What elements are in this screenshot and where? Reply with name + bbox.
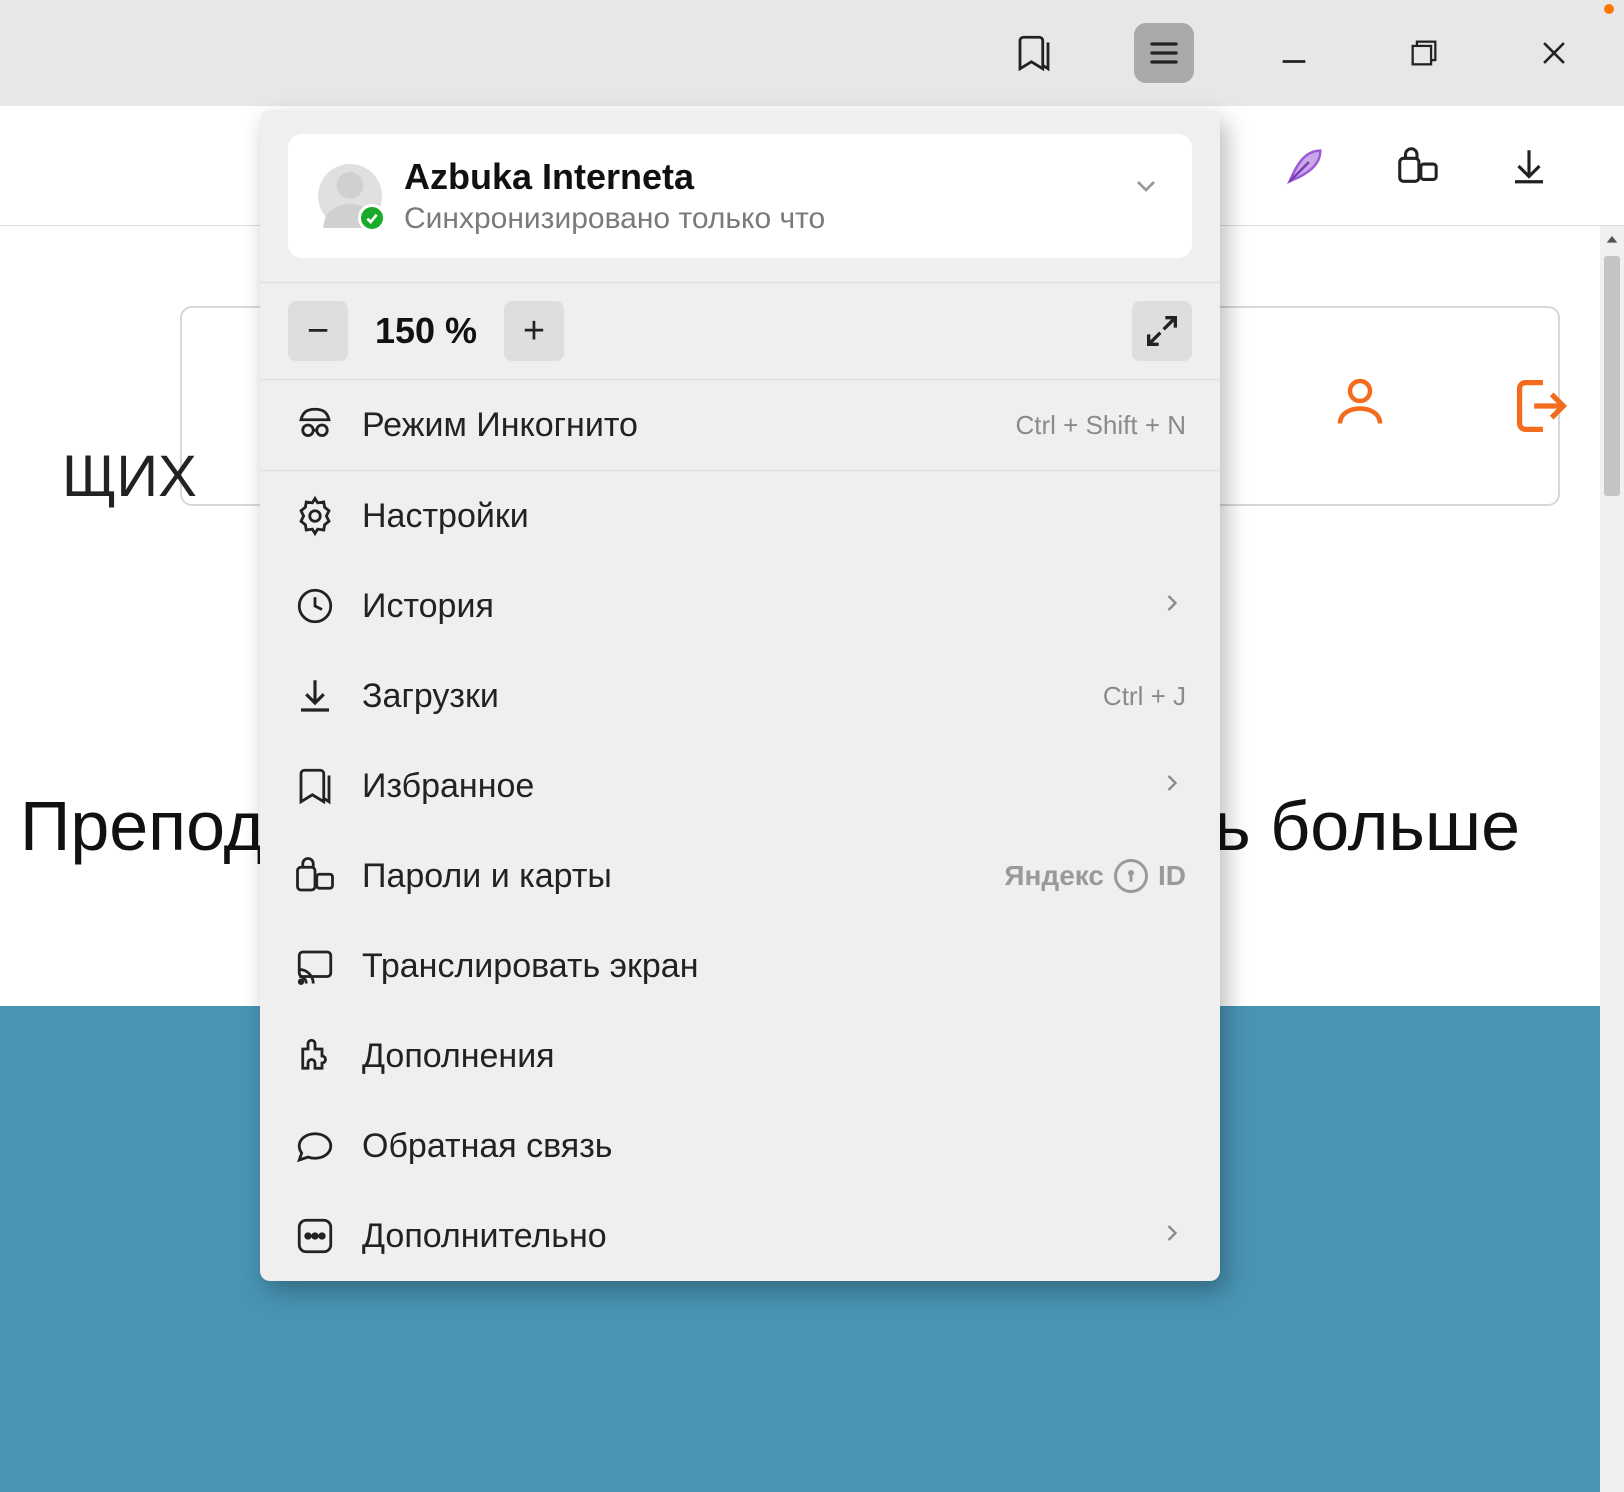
menu-more[interactable]: Дополнительно [260, 1191, 1220, 1281]
bookmarks-icon [1013, 32, 1055, 74]
scroll-up-arrow[interactable] [1604, 232, 1620, 248]
fullscreen-button[interactable] [1132, 301, 1192, 361]
page-heading-right: ь больше [1214, 786, 1520, 866]
menu-label: Транслировать экран [362, 947, 699, 986]
main-menu-dropdown: Azbuka Interneta Синхронизировано только… [260, 110, 1220, 1281]
minimize-icon [1277, 36, 1311, 70]
chevron-right-icon [1158, 1217, 1186, 1256]
puzzle-icon [294, 1035, 336, 1077]
menu-addons[interactable]: Дополнения [260, 1011, 1220, 1101]
vertical-scrollbar[interactable] [1600, 226, 1624, 1492]
chevron-right-icon [1158, 767, 1186, 806]
menu-shortcut: Ctrl + Shift + N [1016, 410, 1187, 441]
passwords-icon [1394, 143, 1440, 189]
avatar [318, 164, 382, 228]
menu-label: Пароли и карты [362, 857, 612, 896]
check-icon [364, 210, 380, 226]
menu-incognito[interactable]: Режим Инкогнито Ctrl + Shift + N [260, 380, 1220, 470]
menu-downloads[interactable]: Загрузки Ctrl + J [260, 651, 1220, 741]
menu-label: Дополнения [362, 1037, 555, 1076]
menu-label: Настройки [362, 497, 529, 536]
yandex-id-left: Яндекс [1004, 860, 1104, 892]
menu-label: Режим Инкогнито [362, 406, 638, 445]
scroll-thumb[interactable] [1604, 256, 1620, 496]
menu-cast[interactable]: Транслировать экран [260, 921, 1220, 1011]
menu-label: Дополнительно [362, 1217, 607, 1256]
profile-expand[interactable] [1130, 170, 1162, 207]
page-partial-text: ЩИХ [62, 443, 197, 510]
menu-label: Обратная связь [362, 1127, 613, 1166]
clock-icon [294, 585, 336, 627]
yandex-id-circle-icon [1114, 859, 1148, 893]
zoom-level: 150 % [366, 310, 486, 352]
menu-label: Загрузки [362, 677, 499, 716]
chevron-right-icon [1158, 587, 1186, 626]
feather-icon [1282, 143, 1328, 189]
download-icon [294, 675, 336, 717]
cast-icon [294, 945, 336, 987]
window-titlebar [0, 0, 1624, 106]
yandex-id-badge: Яндекс ID [1004, 859, 1186, 893]
fullscreen-icon [1142, 311, 1182, 351]
profile-card[interactable]: Azbuka Interneta Синхронизировано только… [288, 134, 1192, 258]
main-menu-button[interactable] [1134, 23, 1194, 83]
sync-badge [358, 204, 386, 232]
page-logout-button[interactable] [1505, 371, 1575, 446]
menu-icon [1146, 35, 1182, 71]
notification-dot [1604, 4, 1614, 14]
menu-settings[interactable]: Настройки [260, 471, 1220, 561]
incognito-icon [294, 404, 336, 446]
profile-status: Синхронизировано только что [404, 202, 825, 236]
menu-label: Избранное [362, 767, 534, 806]
close-button[interactable] [1524, 23, 1584, 83]
yandex-id-right: ID [1158, 860, 1186, 892]
menu-feedback[interactable]: Обратная связь [260, 1101, 1220, 1191]
zoom-in-button[interactable]: + [504, 301, 564, 361]
download-icon [1508, 145, 1550, 187]
bookmark-icon [294, 765, 336, 807]
menu-label: История [362, 587, 494, 626]
menu-favorites[interactable]: Избранное [260, 741, 1220, 831]
menu-history[interactable]: История [260, 561, 1220, 651]
logout-icon [1505, 371, 1575, 441]
chevron-down-icon [1130, 170, 1162, 202]
maximize-button[interactable] [1394, 23, 1454, 83]
profile-name: Azbuka Interneta [404, 156, 825, 198]
more-icon [294, 1215, 336, 1257]
menu-passwords[interactable]: Пароли и карты Яндекс ID [260, 831, 1220, 921]
bookmarks-button[interactable] [1004, 23, 1064, 83]
passwords-button[interactable] [1392, 141, 1442, 191]
gear-icon [294, 495, 336, 537]
page-heading-left: Препод [20, 786, 264, 866]
chat-icon [294, 1125, 336, 1167]
maximize-icon [1407, 36, 1441, 70]
close-icon [1537, 36, 1571, 70]
downloads-button[interactable] [1504, 141, 1554, 191]
zoom-row: − 150 % + [260, 282, 1220, 380]
profile-text: Azbuka Interneta Синхронизировано только… [404, 156, 825, 236]
user-icon [1330, 371, 1390, 431]
menu-shortcut: Ctrl + J [1103, 681, 1186, 712]
zoom-out-button[interactable]: − [288, 301, 348, 361]
passwords-cards-icon [294, 855, 336, 897]
feather-button[interactable] [1280, 141, 1330, 191]
page-user-button[interactable] [1330, 371, 1390, 436]
minimize-button[interactable] [1264, 23, 1324, 83]
